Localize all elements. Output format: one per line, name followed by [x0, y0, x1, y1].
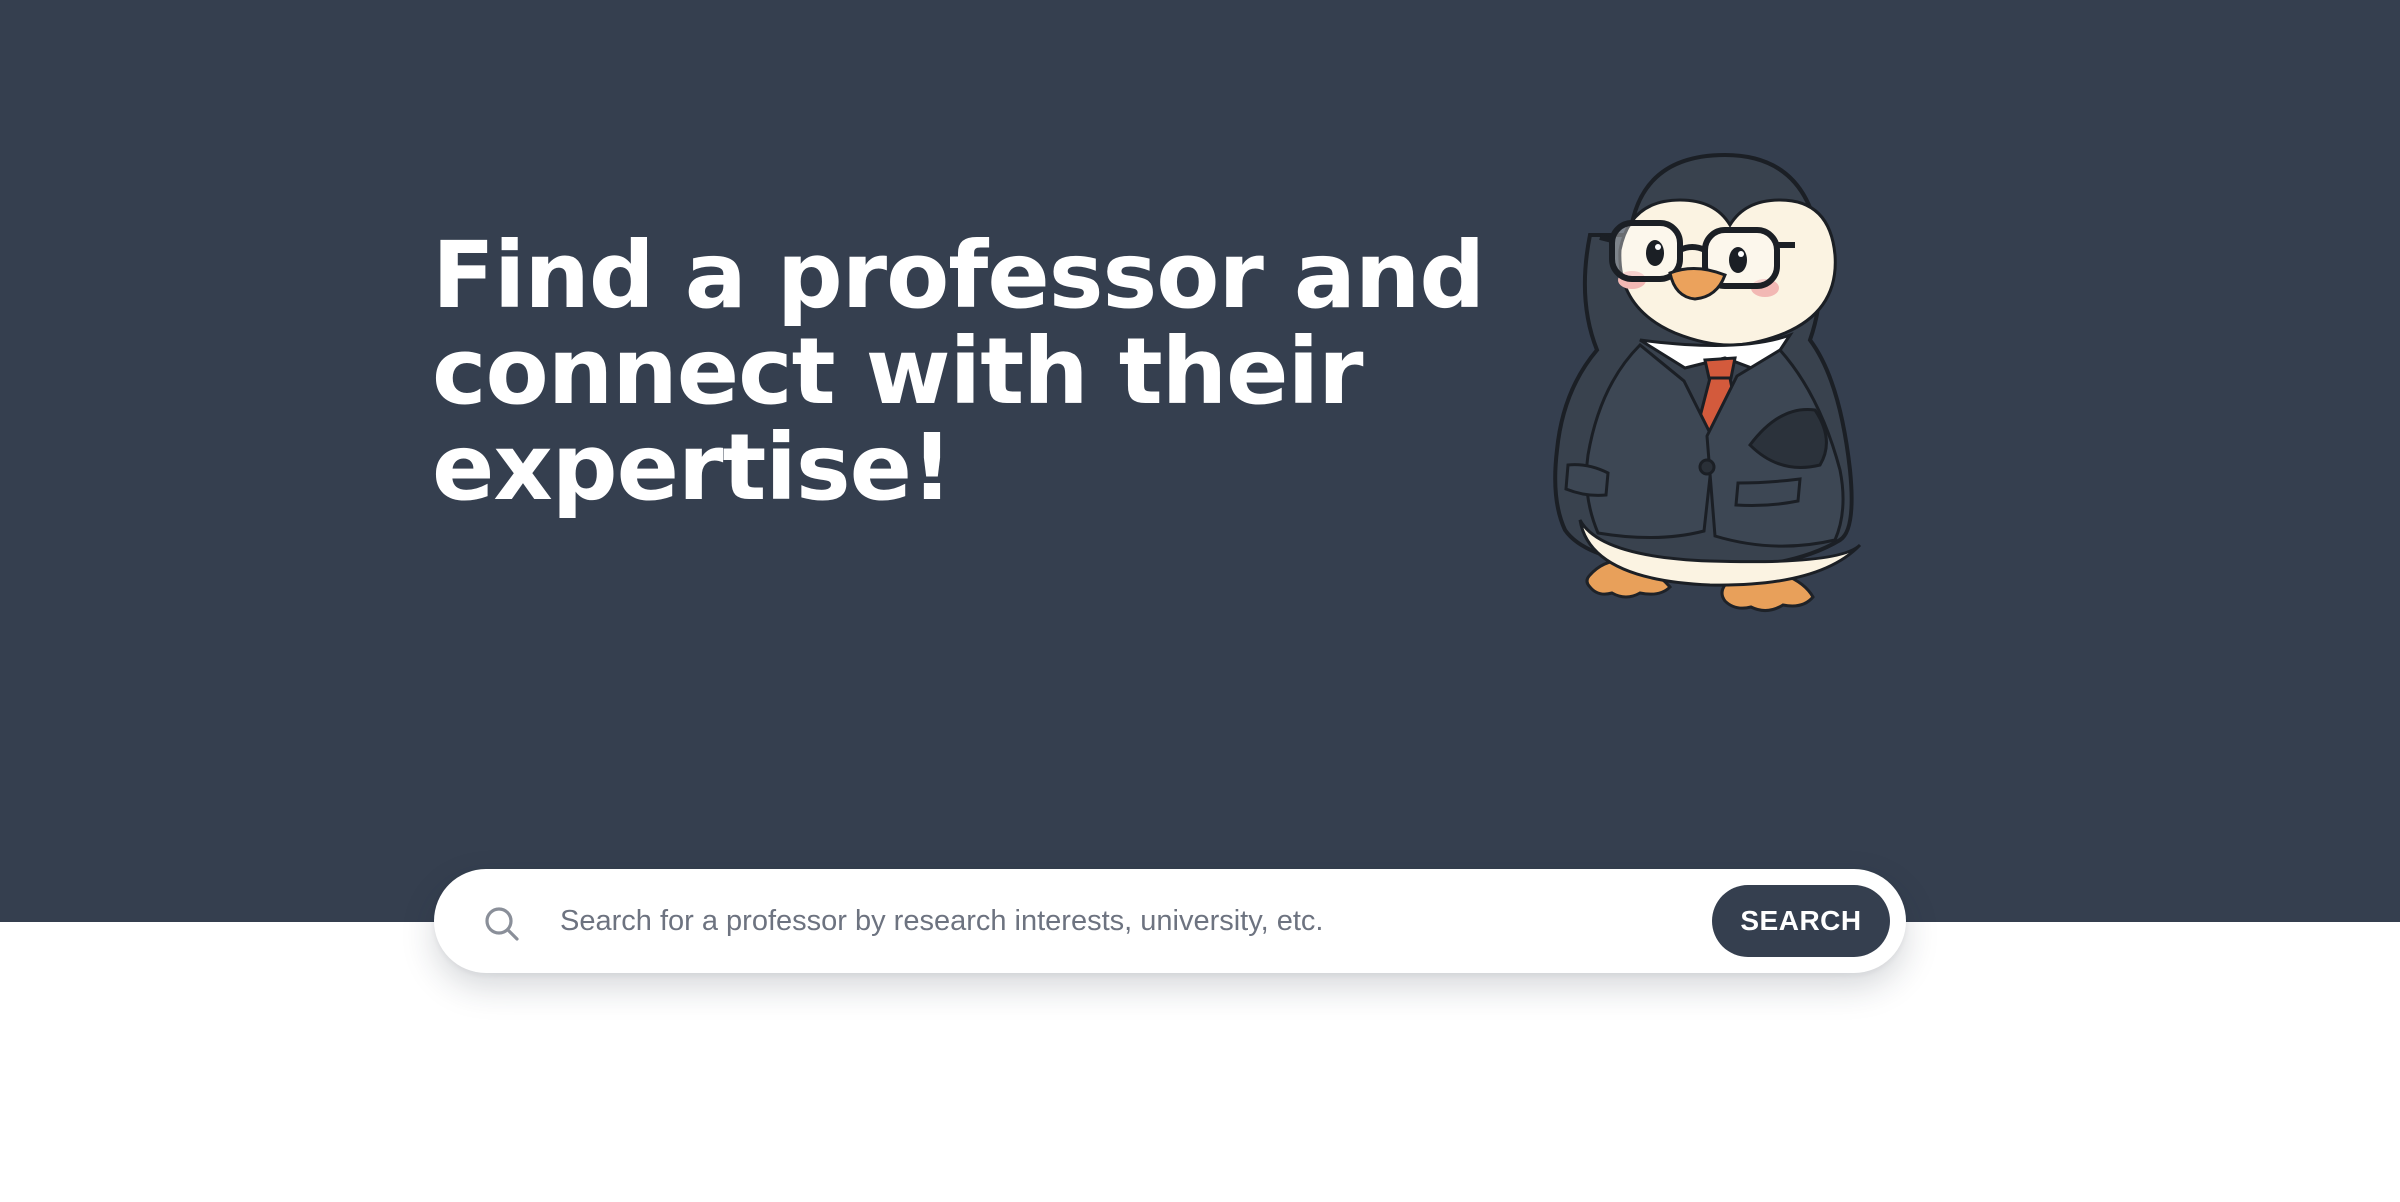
hero-headline: Find a professor and connect with their …: [432, 222, 1485, 521]
search-bar: SEARCH: [434, 869, 1906, 973]
search-button[interactable]: SEARCH: [1712, 885, 1890, 957]
search-icon: [485, 907, 519, 941]
penguin-professor-mascot: [1553, 152, 1862, 612]
page: Find a professor and connect with their …: [0, 0, 2400, 1202]
hero-banner: Find a professor and connect with their …: [0, 0, 2400, 922]
search-input[interactable]: [560, 891, 1590, 951]
